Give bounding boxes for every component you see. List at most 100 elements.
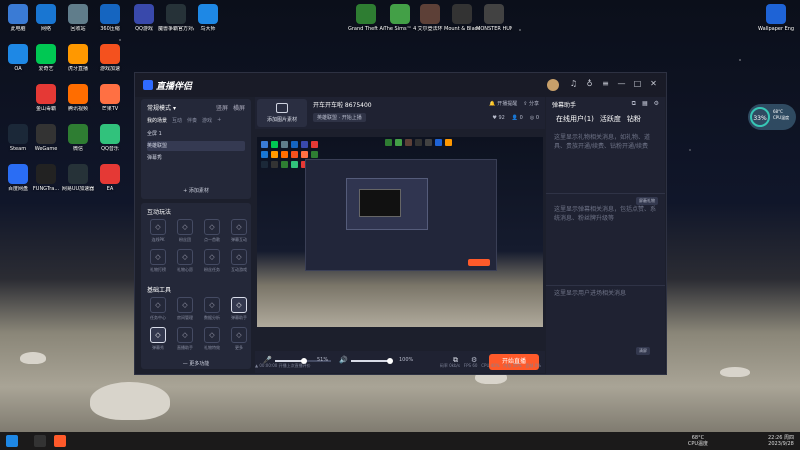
scene-tabs: 我的场景 互动 伴奏 游戏 + — [147, 117, 221, 124]
tools-card: 互动玩法 ◇ 连线PK ◇ 粉丝团 ◇ 点一首歌 ◇ 弹幕互动 ◇ 礼物打榜 ◇ 礼物心愿 ◇ 粉丝任务 ◇… — [141, 203, 251, 369]
feature-item[interactable]: ◇ 直播助手 — [174, 327, 196, 351]
shirt-icon[interactable]: ♁ — [585, 79, 594, 88]
clock[interactable]: 22:26 周四 2023/9/28 — [768, 435, 794, 447]
feature-item[interactable]: ◇ 礼物心愿 — [174, 249, 196, 273]
desktop-icon[interactable]: 微信 — [60, 124, 96, 152]
cpu-widget[interactable]: 33% 68°C CPU温度 — [748, 104, 796, 130]
desktop-icon[interactable]: Mount & Blade II ... — [444, 4, 480, 32]
huya-icon — [68, 44, 88, 64]
feature-item[interactable]: ◇ 弹幕互动 — [228, 219, 250, 243]
sims-icon — [390, 4, 410, 24]
feature-item[interactable]: ◇ 更多 — [228, 327, 250, 351]
clear-screen-button[interactable]: 清屏 — [636, 347, 650, 355]
more-features-link[interactable]: — 更多功能 — [141, 360, 251, 367]
tab-game[interactable]: 游戏 — [202, 117, 212, 124]
desktop-icon[interactable]: 魔兽争霸官方对战平台 — [158, 4, 194, 32]
desktop-icon[interactable]: QQ音乐 — [92, 124, 128, 152]
tab-my-scenes[interactable]: 我的场景 — [147, 117, 167, 124]
desktop-icon-label: 360压缩 — [100, 26, 120, 32]
desktop-icon[interactable]: 腾讯视频 — [60, 84, 96, 112]
feature-item[interactable]: ◇ 礼物打榜 — [147, 249, 169, 273]
desktop-icon[interactable]: Grand Theft Auto V — [348, 4, 384, 32]
tab-landscape[interactable]: 横屏 — [233, 103, 245, 112]
mode-selector[interactable]: 常规模式 ▾ — [147, 103, 176, 112]
tab-activity[interactable]: 活跃度 — [600, 114, 621, 124]
minimize-icon[interactable]: — — [617, 79, 626, 88]
feature-item[interactable]: ◇ 粉丝任务 — [201, 249, 223, 273]
desktop-icon[interactable]: 爱奇艺 — [28, 44, 64, 72]
mh-icon — [484, 4, 504, 24]
desktop-icon[interactable]: 金山毒霸 — [28, 84, 64, 112]
menu-icon[interactable]: ≡ — [601, 79, 610, 88]
stream-preview[interactable] — [257, 137, 543, 327]
fans-icon: ◇ — [177, 219, 193, 235]
copy-icon[interactable]: ⧉ — [632, 100, 636, 108]
moon-rock — [20, 352, 46, 364]
block-gifts-button[interactable]: 屏蔽礼物 — [636, 197, 658, 205]
feature-label: 更多 — [235, 345, 243, 350]
tools-title: 基础工具 — [147, 287, 172, 294]
feature-item[interactable]: ◇ 粉丝团 — [174, 219, 196, 243]
scene-item[interactable]: 弹幕秀 — [147, 153, 245, 163]
feature-item[interactable]: ◇ 房间管理 — [174, 297, 196, 321]
desktop-icon[interactable]: WeGame — [28, 124, 64, 152]
like-count: ♥ 92 — [492, 115, 505, 121]
close-icon[interactable]: ✕ — [649, 79, 658, 88]
tab-online-users[interactable]: 在线用户(1) — [556, 114, 594, 124]
taskbar-app-icon[interactable] — [34, 435, 46, 447]
desktop-icon[interactable]: 360压缩 — [92, 4, 128, 32]
tab-accompany[interactable]: 伴奏 — [187, 117, 197, 124]
feature-item[interactable]: ◇ 弹幕秀 — [147, 327, 169, 351]
filter-icon[interactable]: ▦ — [642, 100, 648, 108]
cpu-temp-tray[interactable]: 68°C CPU温度 — [688, 435, 708, 447]
desktop-icon[interactable]: 鸟大师 — [190, 4, 226, 32]
settings-icon[interactable]: ⚙ — [654, 100, 659, 108]
add-image-source-button[interactable]: 添加图片素材 — [257, 99, 307, 127]
desktop-icon[interactable]: QQ游戏 — [126, 4, 162, 32]
room-category[interactable]: 英雄联盟 · 开始上播 — [313, 113, 366, 122]
scene-item[interactable]: 英雄联盟 — [147, 141, 245, 151]
share-link[interactable]: ⇪ 分享 — [523, 100, 539, 107]
desktop-icon[interactable]: 芒果TV — [92, 84, 128, 112]
feature-item[interactable]: ◇ 连线PK — [147, 219, 169, 243]
avatar[interactable] — [547, 79, 559, 91]
status-left: ▲ 00:00:00 开播上次直播评价 — [255, 363, 311, 368]
desktop-icon[interactable]: 回收站 — [60, 4, 96, 32]
desktop-icon[interactable]: 游戏加速 — [92, 44, 128, 72]
add-source-button[interactable]: + 添加素材 — [141, 187, 251, 194]
desktop-icon[interactable]: 虎牙直播 — [60, 44, 96, 72]
effect-icon: ◇ — [204, 327, 220, 343]
cpu-percent: 33% — [750, 107, 770, 127]
desktop-icon[interactable]: 网络 — [28, 4, 64, 32]
feature-label: 点一首歌 — [204, 237, 220, 242]
desktop-icon[interactable]: MONSTER HUNTER... — [476, 4, 512, 32]
tab-interactive[interactable]: 互动 — [172, 117, 182, 124]
desktop-icon-label: MONSTER HUNTER... — [476, 26, 512, 32]
maximize-icon[interactable]: □ — [633, 79, 642, 88]
feature-label: 直播助手 — [177, 345, 193, 350]
headset-icon[interactable]: ♫ — [569, 79, 578, 88]
scene-item[interactable]: 全屏 1 — [147, 129, 245, 139]
feature-item[interactable]: ◇ 弹幕助手 — [228, 297, 250, 321]
start-icon[interactable] — [6, 435, 18, 447]
taskbar-live-companion-icon[interactable] — [54, 435, 66, 447]
desktop-icon[interactable]: FUNGTra... — [28, 164, 64, 192]
feature-item[interactable]: ◇ 数据分析 — [201, 297, 223, 321]
desktop-icon[interactable]: EA — [92, 164, 128, 192]
add-scene-button[interactable]: + — [217, 117, 221, 124]
feature-item[interactable]: ◇ 点一首歌 — [201, 219, 223, 243]
feature-item[interactable]: ◇ 礼物特效 — [201, 327, 223, 351]
image-icon — [276, 103, 288, 113]
jinshan-icon — [36, 84, 56, 104]
reminder-link[interactable]: 🔔 开播提醒 — [489, 100, 517, 107]
data-icon: ◇ — [204, 297, 220, 313]
desktop-icon[interactable]: 网易UU加速器 — [60, 164, 96, 192]
tab-diamond-fans[interactable]: 钻粉 — [627, 114, 641, 124]
feature-item[interactable]: ◇ 互动游戏 — [228, 249, 250, 273]
tab-portrait[interactable]: 竖屏 — [216, 103, 228, 112]
desktop-icon[interactable]: Wallpaper Engine:... — [758, 4, 794, 32]
feature-item[interactable]: ◇ 任务中心 — [147, 297, 169, 321]
desktop-icon[interactable]: 艾尔登法环 — [412, 4, 448, 32]
titlebar-controls: ♫ ♁ ≡ — □ ✕ — [569, 79, 658, 88]
assistant-icon: ◇ — [231, 297, 247, 313]
